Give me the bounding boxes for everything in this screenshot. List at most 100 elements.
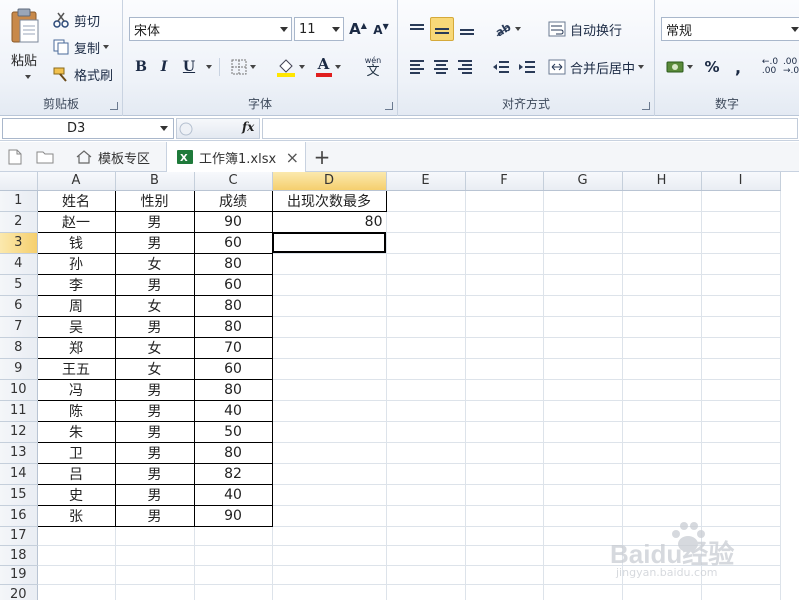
row-header[interactable]: 14 [0,463,38,485]
paste-dropdown-arrow[interactable] [25,75,31,79]
select-all-corner[interactable] [0,172,38,191]
cell-a5[interactable]: 李 [36,273,116,296]
cell-a14[interactable]: 吕 [36,462,116,485]
cell-a3[interactable]: 钱 [36,231,116,254]
cell-i8[interactable] [701,337,781,359]
cell-a19[interactable] [37,565,116,585]
cell-d9[interactable] [272,358,387,380]
cell-e8[interactable] [386,337,466,359]
cell-f2[interactable] [465,211,544,233]
column-header-f[interactable]: F [465,172,544,191]
cell-b13[interactable]: 男 [114,441,195,464]
number-format-select[interactable]: 常规 [661,17,799,41]
cell-h8[interactable] [622,337,702,359]
cell-f16[interactable] [465,505,544,527]
underline-button[interactable]: U [179,55,199,79]
cell-e16[interactable] [386,505,466,527]
cell-d18[interactable] [272,545,387,566]
cell-a7[interactable]: 吴 [36,315,116,338]
open-folder-button[interactable] [36,142,60,172]
row-header[interactable]: 20 [0,584,38,600]
cell-b11[interactable]: 男 [114,399,195,422]
decrease-indent-button[interactable] [490,55,512,79]
cell-b2[interactable]: 男 [114,210,195,233]
bold-button[interactable]: B [131,55,151,79]
cell-f20[interactable] [465,584,544,600]
cell-a13[interactable]: 卫 [36,441,116,464]
cell-h9[interactable] [622,358,702,380]
cell-c11[interactable]: 40 [193,399,273,422]
cell-f19[interactable] [465,565,544,585]
align-right-button[interactable] [454,55,476,79]
wrap-text-button[interactable]: 自动换行 [548,17,622,41]
clipboard-launcher-icon[interactable] [110,102,118,110]
cell-f5[interactable] [465,274,544,296]
cell-i14[interactable] [701,463,781,485]
cell-g1[interactable] [543,190,623,212]
cell-f13[interactable] [465,442,544,464]
cell-c17[interactable] [194,526,273,546]
align-center-button[interactable] [430,55,452,79]
cell-c12[interactable]: 50 [193,420,273,443]
cell-g10[interactable] [543,379,623,401]
fill-color-button[interactable] [273,55,307,79]
cell-c14[interactable]: 82 [193,462,273,485]
row-header[interactable]: 15 [0,484,38,506]
cell-h2[interactable] [622,211,702,233]
cell-g9[interactable] [543,358,623,380]
orientation-button[interactable]: ab [492,17,522,41]
cell-h13[interactable] [622,442,702,464]
cell-e13[interactable] [386,442,466,464]
cell-a10[interactable]: 冯 [36,378,116,401]
cell-d12[interactable] [272,421,387,443]
cell-i7[interactable] [701,316,781,338]
cell-b17[interactable] [115,526,195,546]
cell-e11[interactable] [386,400,466,422]
cell-c10[interactable]: 80 [193,378,273,401]
cell-b18[interactable] [115,545,195,566]
cell-f10[interactable] [465,379,544,401]
cell-b19[interactable] [115,565,195,585]
cell-b1[interactable]: 性别 [114,189,195,212]
merge-center-button[interactable]: 合并后居中 [548,55,645,79]
cell-f6[interactable] [465,295,544,317]
row-header[interactable]: 16 [0,505,38,527]
borders-button[interactable] [228,55,258,79]
cell-d6[interactable] [272,295,387,317]
cell-i9[interactable] [701,358,781,380]
cell-f9[interactable] [465,358,544,380]
cell-a17[interactable] [37,526,116,546]
cell-b12[interactable]: 男 [114,420,195,443]
cell-a20[interactable] [37,584,116,600]
tab-template-zone[interactable]: 模板专区 [66,142,164,172]
copy-button[interactable]: 复制 [52,35,110,59]
cell-i11[interactable] [701,400,781,422]
copy-dropdown-arrow[interactable] [103,45,110,49]
align-middle-button[interactable] [430,17,454,41]
insert-function-button[interactable]: fx [242,120,254,134]
cell-g4[interactable] [543,253,623,275]
row-header[interactable]: 4 [0,253,38,275]
cut-button[interactable]: 剪切 [52,8,100,32]
font-color-button[interactable]: A [311,55,345,79]
cell-e17[interactable] [386,526,466,546]
cell-g3[interactable] [543,232,623,254]
cell-b14[interactable]: 男 [114,462,195,485]
cell-e18[interactable] [386,545,466,566]
cell-c9[interactable]: 60 [193,357,273,380]
row-header[interactable]: 10 [0,379,38,401]
cell-f7[interactable] [465,316,544,338]
cell-d20[interactable] [272,584,387,600]
font-size-select[interactable]: 11 [294,17,344,41]
name-box[interactable]: D3 [2,118,174,139]
cell-e6[interactable] [386,295,466,317]
cell-b16[interactable]: 男 [114,504,195,527]
new-document-button[interactable] [8,142,30,172]
cell-f3[interactable] [465,232,544,254]
formula-input[interactable] [262,118,798,139]
cell-b6[interactable]: 女 [114,294,195,317]
cell-f12[interactable] [465,421,544,443]
row-header[interactable]: 5 [0,274,38,296]
cell-g7[interactable] [543,316,623,338]
cell-c16[interactable]: 90 [193,504,273,527]
